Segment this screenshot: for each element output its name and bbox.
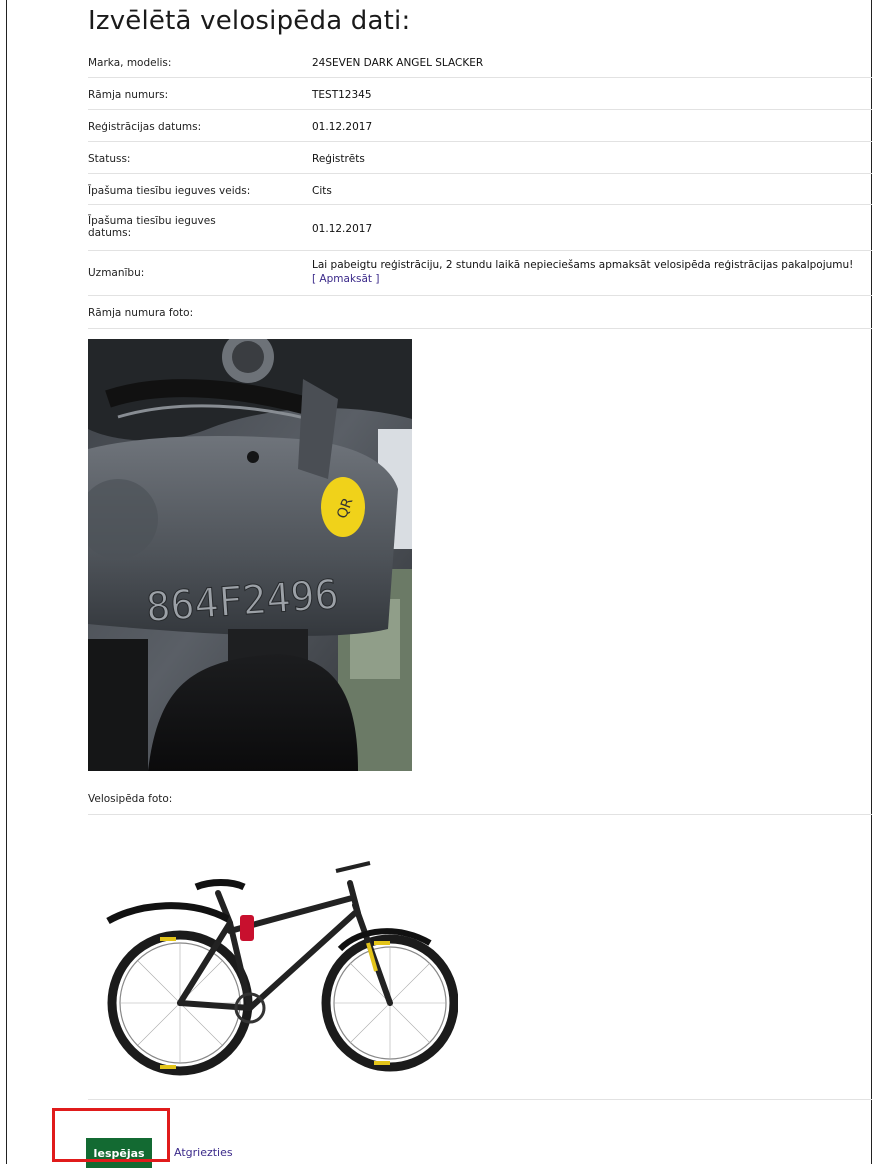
pay-link[interactable]: [ Apmaksāt ] [312, 273, 379, 285]
detail-row-attention: Uzmanību: Lai pabeigtu reģistrāciju, 2 s… [88, 251, 872, 296]
bike-photo [100, 853, 459, 1083]
bike-photo-label: Velosipēda foto: [88, 793, 173, 805]
back-link[interactable]: Atgriezties [174, 1146, 233, 1159]
detail-label: Īpašuma tiesību ieguves veids: [88, 185, 251, 197]
detail-row-brand-model: Marka, modelis: 24SEVEN DARK ANGEL SLACK… [88, 48, 872, 78]
detail-row-status: Statuss: Reģistrēts [88, 142, 872, 174]
actions-divider [88, 1098, 872, 1100]
detail-value: 01.12.2017 [312, 223, 373, 235]
detail-label: Īpašuma tiesību ieguves datums: [88, 215, 216, 239]
detail-value: TEST12345 [312, 89, 372, 101]
detail-label: Rāmja numurs: [88, 89, 169, 101]
detail-value: 01.12.2017 [312, 121, 373, 133]
detail-label: Reģistrācijas datums: [88, 121, 202, 133]
highlight-box [52, 1108, 170, 1162]
frame-photo-header: Rāmja numura foto: [88, 296, 872, 329]
detail-value: Cits [312, 185, 332, 197]
detail-label: Marka, modelis: [88, 57, 172, 69]
frame-number-photo: 864F2496 QR [88, 339, 412, 771]
detail-row-frame-number: Rāmja numurs: TEST12345 [88, 78, 872, 110]
frame-photo-label: Rāmja numura foto: [88, 307, 194, 319]
detail-value: 24SEVEN DARK ANGEL SLACKER [312, 57, 484, 69]
attention-text: Lai pabeigtu reģistrāciju, 2 stundu laik… [312, 259, 854, 271]
detail-label: Statuss: [88, 153, 131, 165]
attention-message: Lai pabeigtu reģistrāciju, 2 stundu laik… [312, 258, 872, 286]
detail-label: Uzmanību: [88, 267, 145, 279]
detail-row-ownership-date: Īpašuma tiesību ieguves datums: 01.12.20… [88, 205, 872, 251]
page-title: Izvēlētā velosipēda dati: [88, 6, 411, 36]
bike-photo-header: Velosipēda foto: [88, 782, 872, 815]
detail-row-ownership-type: Īpašuma tiesību ieguves veids: Cits [88, 174, 872, 205]
detail-value: Reģistrēts [312, 153, 365, 165]
detail-row-registration-date: Reģistrācijas datums: 01.12.2017 [88, 110, 872, 142]
